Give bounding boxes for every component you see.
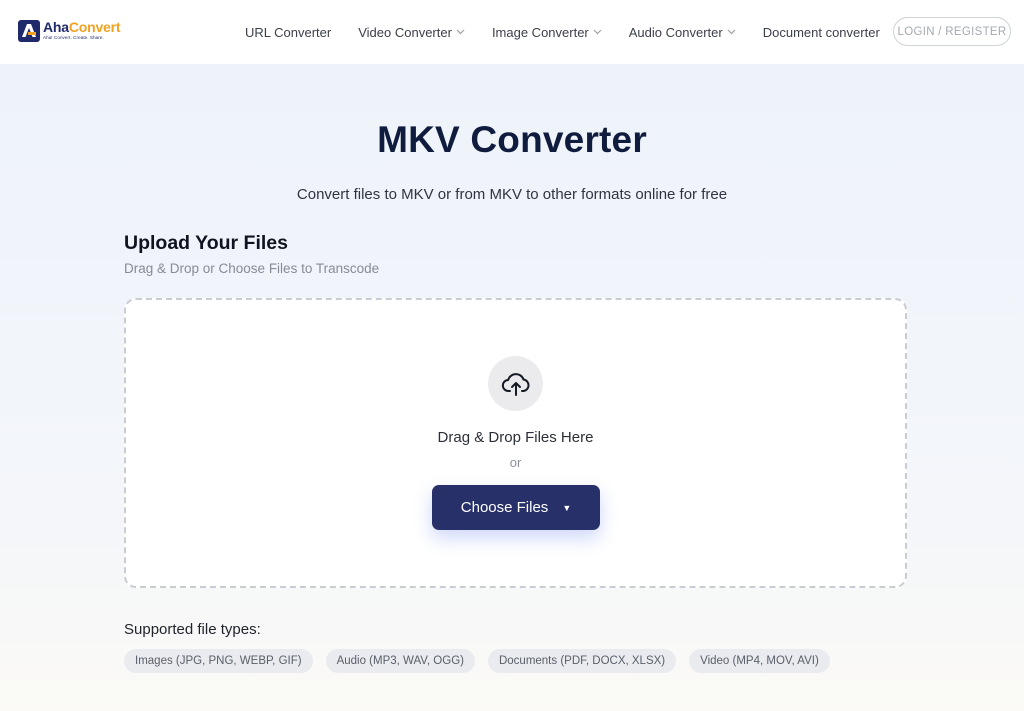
logo-name-aha: Aha bbox=[43, 19, 69, 35]
upload-icon-circle bbox=[488, 356, 543, 411]
site-header: AhaConvert Aha! Convert. Create. Share. … bbox=[0, 0, 1024, 64]
drop-files-text: Drag & Drop Files Here bbox=[437, 429, 594, 446]
file-type-chip-images: Images (JPG, PNG, WEBP, GIF) bbox=[124, 649, 313, 673]
chevron-down-icon bbox=[593, 29, 602, 35]
login-register-button[interactable]: LOGIN / REGISTER bbox=[893, 17, 1011, 46]
site-logo[interactable]: AhaConvert Aha! Convert. Create. Share. bbox=[18, 19, 121, 42]
nav-image-converter[interactable]: Image Converter bbox=[492, 25, 602, 40]
nav-audio-converter[interactable]: Audio Converter bbox=[629, 25, 736, 40]
nav-video-converter[interactable]: Video Converter bbox=[358, 25, 465, 40]
file-dropzone[interactable]: Drag & Drop Files Here or Choose Files ▼ bbox=[124, 298, 907, 588]
caret-down-icon: ▼ bbox=[562, 502, 572, 513]
nav-item-label: Video Converter bbox=[358, 24, 452, 40]
logo-name-convert: Convert bbox=[68, 19, 121, 35]
logo-tagline: Aha! Convert. Create. Share. bbox=[43, 35, 104, 40]
nav-item-label: URL Converter bbox=[245, 24, 332, 40]
supported-types-list: Images (JPG, PNG, WEBP, GIF) Audio (MP3,… bbox=[124, 649, 830, 673]
choose-files-label: Choose Files bbox=[460, 499, 549, 516]
main-content: MKV Converter Convert files to MKV or fr… bbox=[0, 64, 1024, 711]
aha-convert-logo-icon bbox=[18, 20, 40, 42]
nav-url-converter[interactable]: URL Converter bbox=[245, 25, 331, 40]
cloud-upload-icon bbox=[501, 372, 529, 396]
chevron-down-icon bbox=[456, 29, 465, 35]
page-subtitle: Convert files to MKV or from MKV to othe… bbox=[296, 186, 728, 203]
file-type-chip-audio: Audio (MP3, WAV, OGG) bbox=[325, 649, 475, 673]
main-nav: URL Converter Video Converter Image Conv… bbox=[245, 0, 880, 64]
upload-subheading: Drag & Drop or Choose Files to Transcode bbox=[124, 261, 380, 276]
nav-item-label: Audio Converter bbox=[628, 24, 723, 40]
upload-heading: Upload Your Files bbox=[124, 232, 288, 254]
supported-types-label: Supported file types: bbox=[124, 621, 261, 638]
nav-item-label: Document converter bbox=[762, 24, 880, 40]
page-title: MKV Converter bbox=[377, 119, 647, 160]
nav-item-label: Image Converter bbox=[491, 24, 589, 40]
page: AhaConvert Aha! Convert. Create. Share. … bbox=[0, 0, 1024, 711]
choose-files-button[interactable]: Choose Files ▼ bbox=[432, 485, 600, 530]
or-text: or bbox=[509, 455, 522, 470]
file-type-chip-video: Video (MP4, MOV, AVI) bbox=[689, 649, 830, 673]
chevron-down-icon bbox=[727, 29, 736, 35]
nav-document-converter[interactable]: Document converter bbox=[763, 25, 880, 40]
file-type-chip-documents: Documents (PDF, DOCX, XLSX) bbox=[487, 649, 677, 673]
